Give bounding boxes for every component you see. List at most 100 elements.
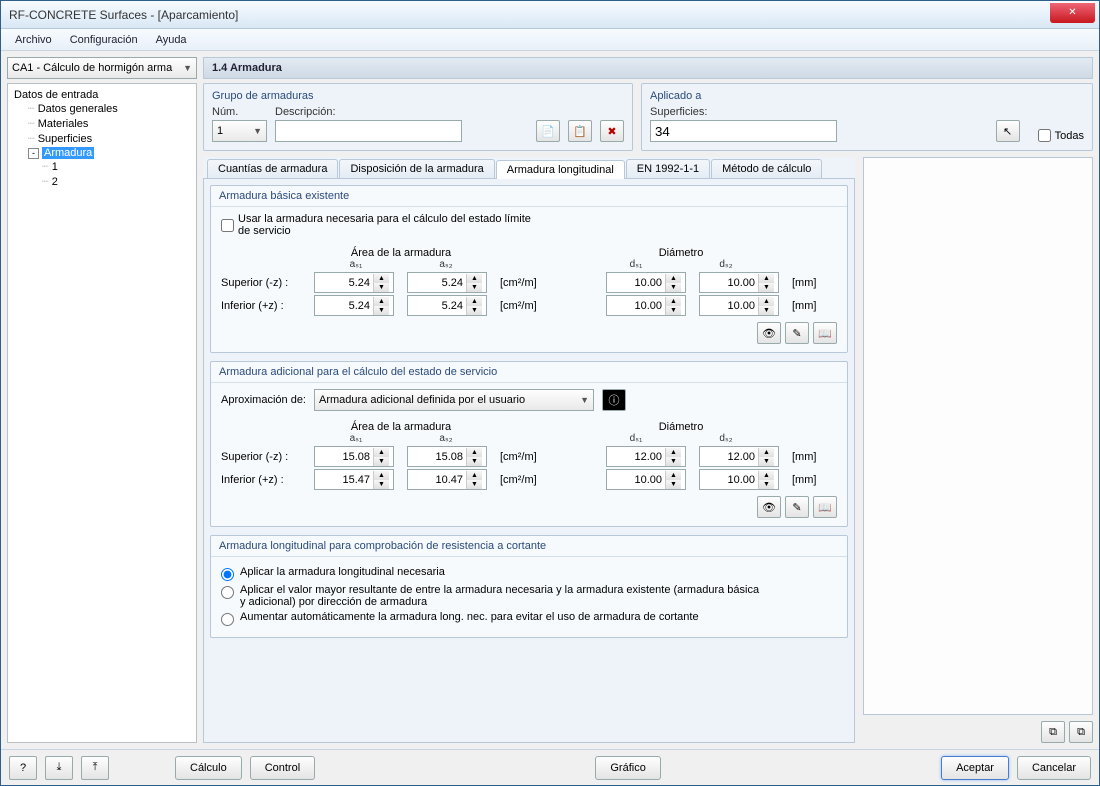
sg1-sup-d1[interactable]: ▲▼: [606, 272, 686, 293]
sg1-inf-a2[interactable]: ▲▼: [407, 295, 487, 316]
library-button[interactable]: 📖: [813, 496, 837, 518]
radio-r2[interactable]: Aplicar el valor mayor resultante de ent…: [221, 584, 837, 608]
control-button[interactable]: Control: [250, 756, 315, 780]
sg1-sup-a1[interactable]: ▲▼: [314, 272, 394, 293]
todas-label: Todas: [1055, 130, 1084, 142]
tree-root[interactable]: Datos de entrada ┈ Datos generales ┈ Mat…: [12, 88, 194, 191]
tab-body: Armadura básica existente Usar la armadu…: [203, 179, 855, 743]
sg2-sup-a2[interactable]: ▲▼: [407, 446, 487, 467]
radio-r2-input[interactable]: [221, 586, 234, 599]
edit-button[interactable]: ✎: [785, 496, 809, 518]
sg2-inf-d2[interactable]: ▲▼: [699, 469, 779, 490]
left-column: CA1 - Cálculo de hormigón arma ▼ Datos d…: [7, 57, 197, 743]
menubar: Archivo Configuración Ayuda: [1, 29, 1099, 51]
sg-cortante-title: Armadura longitudinal para comprobación …: [211, 536, 847, 557]
calculo-button[interactable]: Cálculo: [175, 756, 242, 780]
help-button[interactable]: ?: [9, 756, 37, 780]
sg1-inf-a1[interactable]: ▲▼: [314, 295, 394, 316]
chevron-down-icon: ▼: [253, 126, 262, 136]
nav-tree[interactable]: Datos de entrada ┈ Datos generales ┈ Mat…: [7, 83, 197, 743]
app-window: RF-CONCRETE Surfaces - [Aparcamiento] ✕ …: [0, 0, 1100, 786]
sg-basica: Armadura básica existente Usar la armadu…: [210, 185, 848, 353]
menu-ayuda[interactable]: Ayuda: [148, 32, 195, 48]
case-combo[interactable]: CA1 - Cálculo de hormigón arma ▼: [7, 57, 197, 79]
cancelar-button[interactable]: Cancelar: [1017, 756, 1091, 780]
as2-label: aₛ₂: [439, 259, 452, 270]
tree-superficies[interactable]: ┈ Superficies: [26, 131, 192, 146]
todas-checkbox[interactable]: Todas: [1038, 129, 1084, 142]
tree-materiales[interactable]: ┈ Materiales: [26, 116, 192, 131]
delete-button[interactable]: ✖: [600, 120, 624, 142]
sg1-sup-a2[interactable]: ▲▼: [407, 272, 487, 293]
edit-button[interactable]: ✎: [785, 322, 809, 344]
surfaces-input[interactable]: [650, 120, 837, 142]
spin-up-icon[interactable]: ▲: [374, 274, 389, 283]
sg2-sup-d2[interactable]: ▲▼: [699, 446, 779, 467]
desc-input[interactable]: [275, 120, 462, 142]
tab-en1992[interactable]: EN 1992-1-1: [626, 159, 710, 178]
tab-metodo[interactable]: Método de cálculo: [711, 159, 822, 178]
close-button[interactable]: ✕: [1050, 3, 1095, 23]
tabs-column: Cuantías de armadura Disposición de la a…: [203, 157, 855, 743]
new-button[interactable]: 📄: [536, 120, 560, 142]
spin-down-icon[interactable]: ▼: [374, 283, 389, 292]
as1-label: aₛ₁: [350, 259, 363, 270]
num-value: 1: [217, 125, 223, 137]
tree-armadura-2[interactable]: ┈ 2: [40, 174, 190, 189]
sg2-sup-a1[interactable]: ▲▼: [314, 446, 394, 467]
collapse-icon[interactable]: -: [28, 148, 39, 159]
sg1-checkbox[interactable]: Usar la armadura necesaria para el cálcu…: [221, 213, 837, 237]
menu-archivo[interactable]: Archivo: [7, 32, 60, 48]
group-aplicado-title: Aplicado a: [650, 90, 1084, 102]
radio-r3[interactable]: Aumentar automáticamente la armadura lon…: [221, 611, 837, 626]
unit-area: [cm²/m]: [500, 277, 537, 289]
sg1-inf-d1[interactable]: ▲▼: [606, 295, 686, 316]
tab-disposicion[interactable]: Disposición de la armadura: [339, 159, 494, 178]
group-armaduras-title: Grupo de armaduras: [212, 90, 624, 102]
sg2-sup-d1[interactable]: ▲▼: [606, 446, 686, 467]
sg2-row-sup: Superior (-z) : ▲▼ ▲▼ [cm²/m] ▲▼ ▲▼ [mm]: [221, 446, 837, 467]
library-button[interactable]: 📖: [813, 322, 837, 344]
pick-button[interactable]: ↖: [996, 120, 1020, 142]
chevron-down-icon: ▼: [580, 395, 589, 405]
info-button[interactable]: ⓘ: [602, 389, 626, 411]
ds1-label: dₛ₁: [630, 259, 643, 270]
view-button[interactable]: 👁: [757, 496, 781, 518]
sg2-inf-a1[interactable]: ▲▼: [314, 469, 394, 490]
menu-configuracion[interactable]: Configuración: [62, 32, 146, 48]
view-button[interactable]: 👁: [757, 322, 781, 344]
tree-armadura-1[interactable]: ┈ 1: [40, 159, 190, 174]
num-combo[interactable]: 1 ▼: [212, 120, 267, 142]
radio-r1[interactable]: Aplicar la armadura longitudinal necesar…: [221, 566, 837, 581]
titlebar: RF-CONCRETE Surfaces - [Aparcamiento] ✕: [1, 1, 1099, 29]
todas-checkbox-input[interactable]: [1038, 129, 1051, 142]
tree-generales[interactable]: ┈ Datos generales: [26, 101, 192, 116]
sg2-inf-a2[interactable]: ▲▼: [407, 469, 487, 490]
radio-r1-label: Aplicar la armadura longitudinal necesar…: [240, 566, 445, 578]
tree-armadura[interactable]: -Armadura ┈ 1 ┈ 2: [26, 146, 192, 190]
radio-r1-input[interactable]: [221, 568, 234, 581]
sg1-checkbox-input[interactable]: [221, 219, 234, 232]
footer-icon-2[interactable]: ⤒: [81, 756, 109, 780]
sg1-inf-d2[interactable]: ▲▼: [699, 295, 779, 316]
sg1-sup-d2[interactable]: ▲▼: [699, 272, 779, 293]
group-armaduras: Grupo de armaduras Núm. 1 ▼ Descripción:: [203, 83, 633, 151]
sg2-row-inf: Inferior (+z) : ▲▼ ▲▼ [cm²/m] ▲▼ ▲▼ [mm]: [221, 469, 837, 490]
grafico-button[interactable]: Gráfico: [595, 756, 660, 780]
aceptar-button[interactable]: Aceptar: [941, 756, 1009, 780]
footer-icon-1[interactable]: ⤓: [45, 756, 73, 780]
copy-button[interactable]: 📋: [568, 120, 592, 142]
tab-longitudinal[interactable]: Armadura longitudinal: [496, 160, 625, 179]
aprox-combo[interactable]: Armadura adicional definida por el usuar…: [314, 389, 594, 411]
num-label: Núm.: [212, 106, 267, 118]
sg2-inf-d1[interactable]: ▲▼: [606, 469, 686, 490]
sg-cortante: Armadura longitudinal para comprobación …: [210, 535, 848, 638]
case-combo-value: CA1 - Cálculo de hormigón arma: [12, 62, 172, 74]
sg-basica-title: Armadura básica existente: [211, 186, 847, 207]
tab-cuantias[interactable]: Cuantías de armadura: [207, 159, 338, 178]
panel-btn-1[interactable]: ⧉: [1041, 721, 1065, 743]
main-body: CA1 - Cálculo de hormigón arma ▼ Datos d…: [1, 51, 1099, 749]
radio-r2-label: Aplicar el valor mayor resultante de ent…: [240, 584, 760, 608]
radio-r3-input[interactable]: [221, 613, 234, 626]
panel-btn-2[interactable]: ⧉: [1069, 721, 1093, 743]
